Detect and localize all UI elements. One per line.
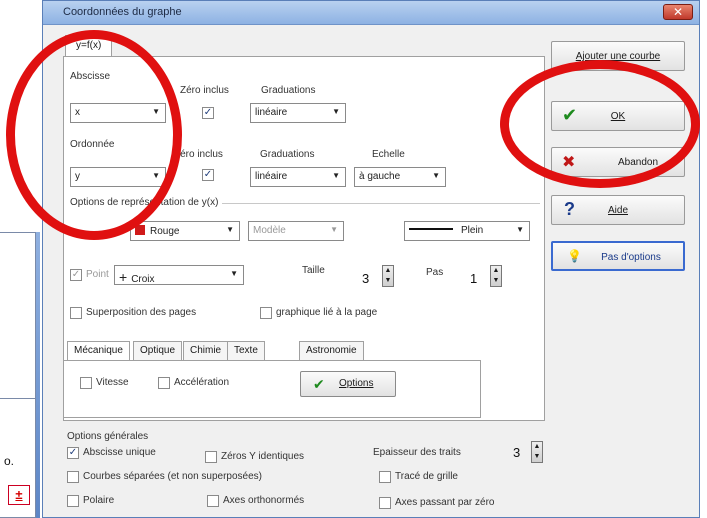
point-checkbox[interactable] xyxy=(70,269,82,281)
graphique-lie-checkbox[interactable] xyxy=(260,307,272,319)
superposition-label: Superposition des pages xyxy=(86,307,197,318)
check-icon: ✔ xyxy=(313,376,325,392)
background-button[interactable]: ± xyxy=(8,485,30,505)
ordonnee-zero-checkbox[interactable] xyxy=(202,169,214,181)
polaire-label: Polaire xyxy=(83,495,115,506)
pas-spinner[interactable]: ▲ ▼ xyxy=(490,265,502,287)
axes-orthonormes-checkbox[interactable] xyxy=(207,495,219,507)
aide-button[interactable]: ? Aide xyxy=(551,195,685,225)
abscisse-zero-label: Zéro inclus xyxy=(180,85,229,96)
abscisse-unique-checkbox[interactable] xyxy=(67,447,79,459)
background-text: o. xyxy=(4,454,15,468)
cross-icon: + xyxy=(119,269,128,285)
line-style-select[interactable]: Plein ▼ xyxy=(404,221,530,241)
ordonnee-graduation-select[interactable]: linéaire ▼ xyxy=(250,167,346,187)
point-label: Point xyxy=(86,269,109,280)
ordonnee-zero-label: Zéro inclus xyxy=(174,149,223,160)
courbes-separees-label: Courbes séparées (et non superposées) xyxy=(83,471,262,482)
courbes-separees-checkbox[interactable] xyxy=(67,471,79,483)
abscisse-graduations-label: Graduations xyxy=(261,85,316,96)
pas-label: Pas xyxy=(426,267,444,278)
epaisseur-value: 3 xyxy=(513,445,521,460)
superposition-checkbox[interactable] xyxy=(70,307,82,319)
model-select[interactable]: Modèle ▼ xyxy=(248,221,344,241)
pas-options-button[interactable]: 💡 Pas d'options xyxy=(551,241,685,271)
taille-spinner[interactable]: ▲ ▼ xyxy=(382,265,394,287)
polaire-checkbox[interactable] xyxy=(67,495,79,507)
annotation-circle-right xyxy=(500,60,700,188)
acceleration-checkbox[interactable] xyxy=(158,377,170,389)
acceleration-label: Accélération xyxy=(174,377,230,388)
dialog-title: Coordonnées du graphe xyxy=(63,6,182,18)
trace-grille-checkbox[interactable] xyxy=(379,471,391,483)
trace-grille-label: Tracé de grille xyxy=(395,471,458,482)
point-shape-select[interactable]: + Croix ▼ xyxy=(114,265,244,285)
title-bar: Coordonnées du graphe ✕ xyxy=(43,1,699,25)
abscisse-graduation-select[interactable]: linéaire ▼ xyxy=(250,103,346,123)
tab-mecanique[interactable]: Mécanique xyxy=(67,341,130,361)
annotation-circle-left xyxy=(6,30,182,240)
close-button[interactable]: ✕ xyxy=(663,4,693,20)
tab-texte[interactable]: Texte xyxy=(227,341,265,361)
ordonnee-echelle-select[interactable]: à gauche ▼ xyxy=(354,167,446,187)
color-select[interactable]: Rouge ▼ xyxy=(130,221,240,241)
zeros-y-label: Zéros Y identiques xyxy=(221,451,305,462)
ordonnee-echelle-label: Echelle xyxy=(372,149,405,160)
taille-label: Taille xyxy=(302,265,325,276)
zeros-y-checkbox[interactable] xyxy=(205,451,217,463)
axes-zero-label: Axes passant par zéro xyxy=(395,497,495,508)
vitesse-label: Vitesse xyxy=(96,377,129,388)
epaisseur-label: Epaisseur des traits xyxy=(373,447,461,458)
axes-zero-checkbox[interactable] xyxy=(379,497,391,509)
taille-value: 3 xyxy=(362,271,370,286)
aide-label: Aide xyxy=(607,205,628,216)
background-panel xyxy=(0,232,36,518)
general-options-header: Options générales xyxy=(67,431,149,442)
abscisse-zero-checkbox[interactable] xyxy=(202,107,214,119)
abscisse-unique-label: Abscisse unique xyxy=(83,447,156,458)
pas-options-label: Pas d'options xyxy=(601,252,661,263)
background-window-edge xyxy=(36,232,40,518)
tab-optique[interactable]: Optique xyxy=(133,341,183,361)
epaisseur-spinner[interactable]: ▲ ▼ xyxy=(531,441,543,463)
axes-orthonormes-label: Axes orthonormés xyxy=(223,495,305,506)
ordonnee-graduations-label: Graduations xyxy=(260,149,315,160)
options-button[interactable]: ✔ Options xyxy=(300,371,396,397)
background-divider xyxy=(0,398,36,399)
mecanique-panel: Vitesse Accélération ✔ Options xyxy=(63,360,481,418)
vitesse-checkbox[interactable] xyxy=(80,377,92,389)
line-sample xyxy=(409,228,453,230)
pas-value: 1 xyxy=(470,271,478,286)
tab-chimie[interactable]: Chimie xyxy=(183,341,229,361)
options-button-label: Options xyxy=(339,378,374,389)
tab-astronomie[interactable]: Astronomie xyxy=(299,341,364,361)
graphique-lie-label: graphique lié à la page xyxy=(276,307,378,318)
